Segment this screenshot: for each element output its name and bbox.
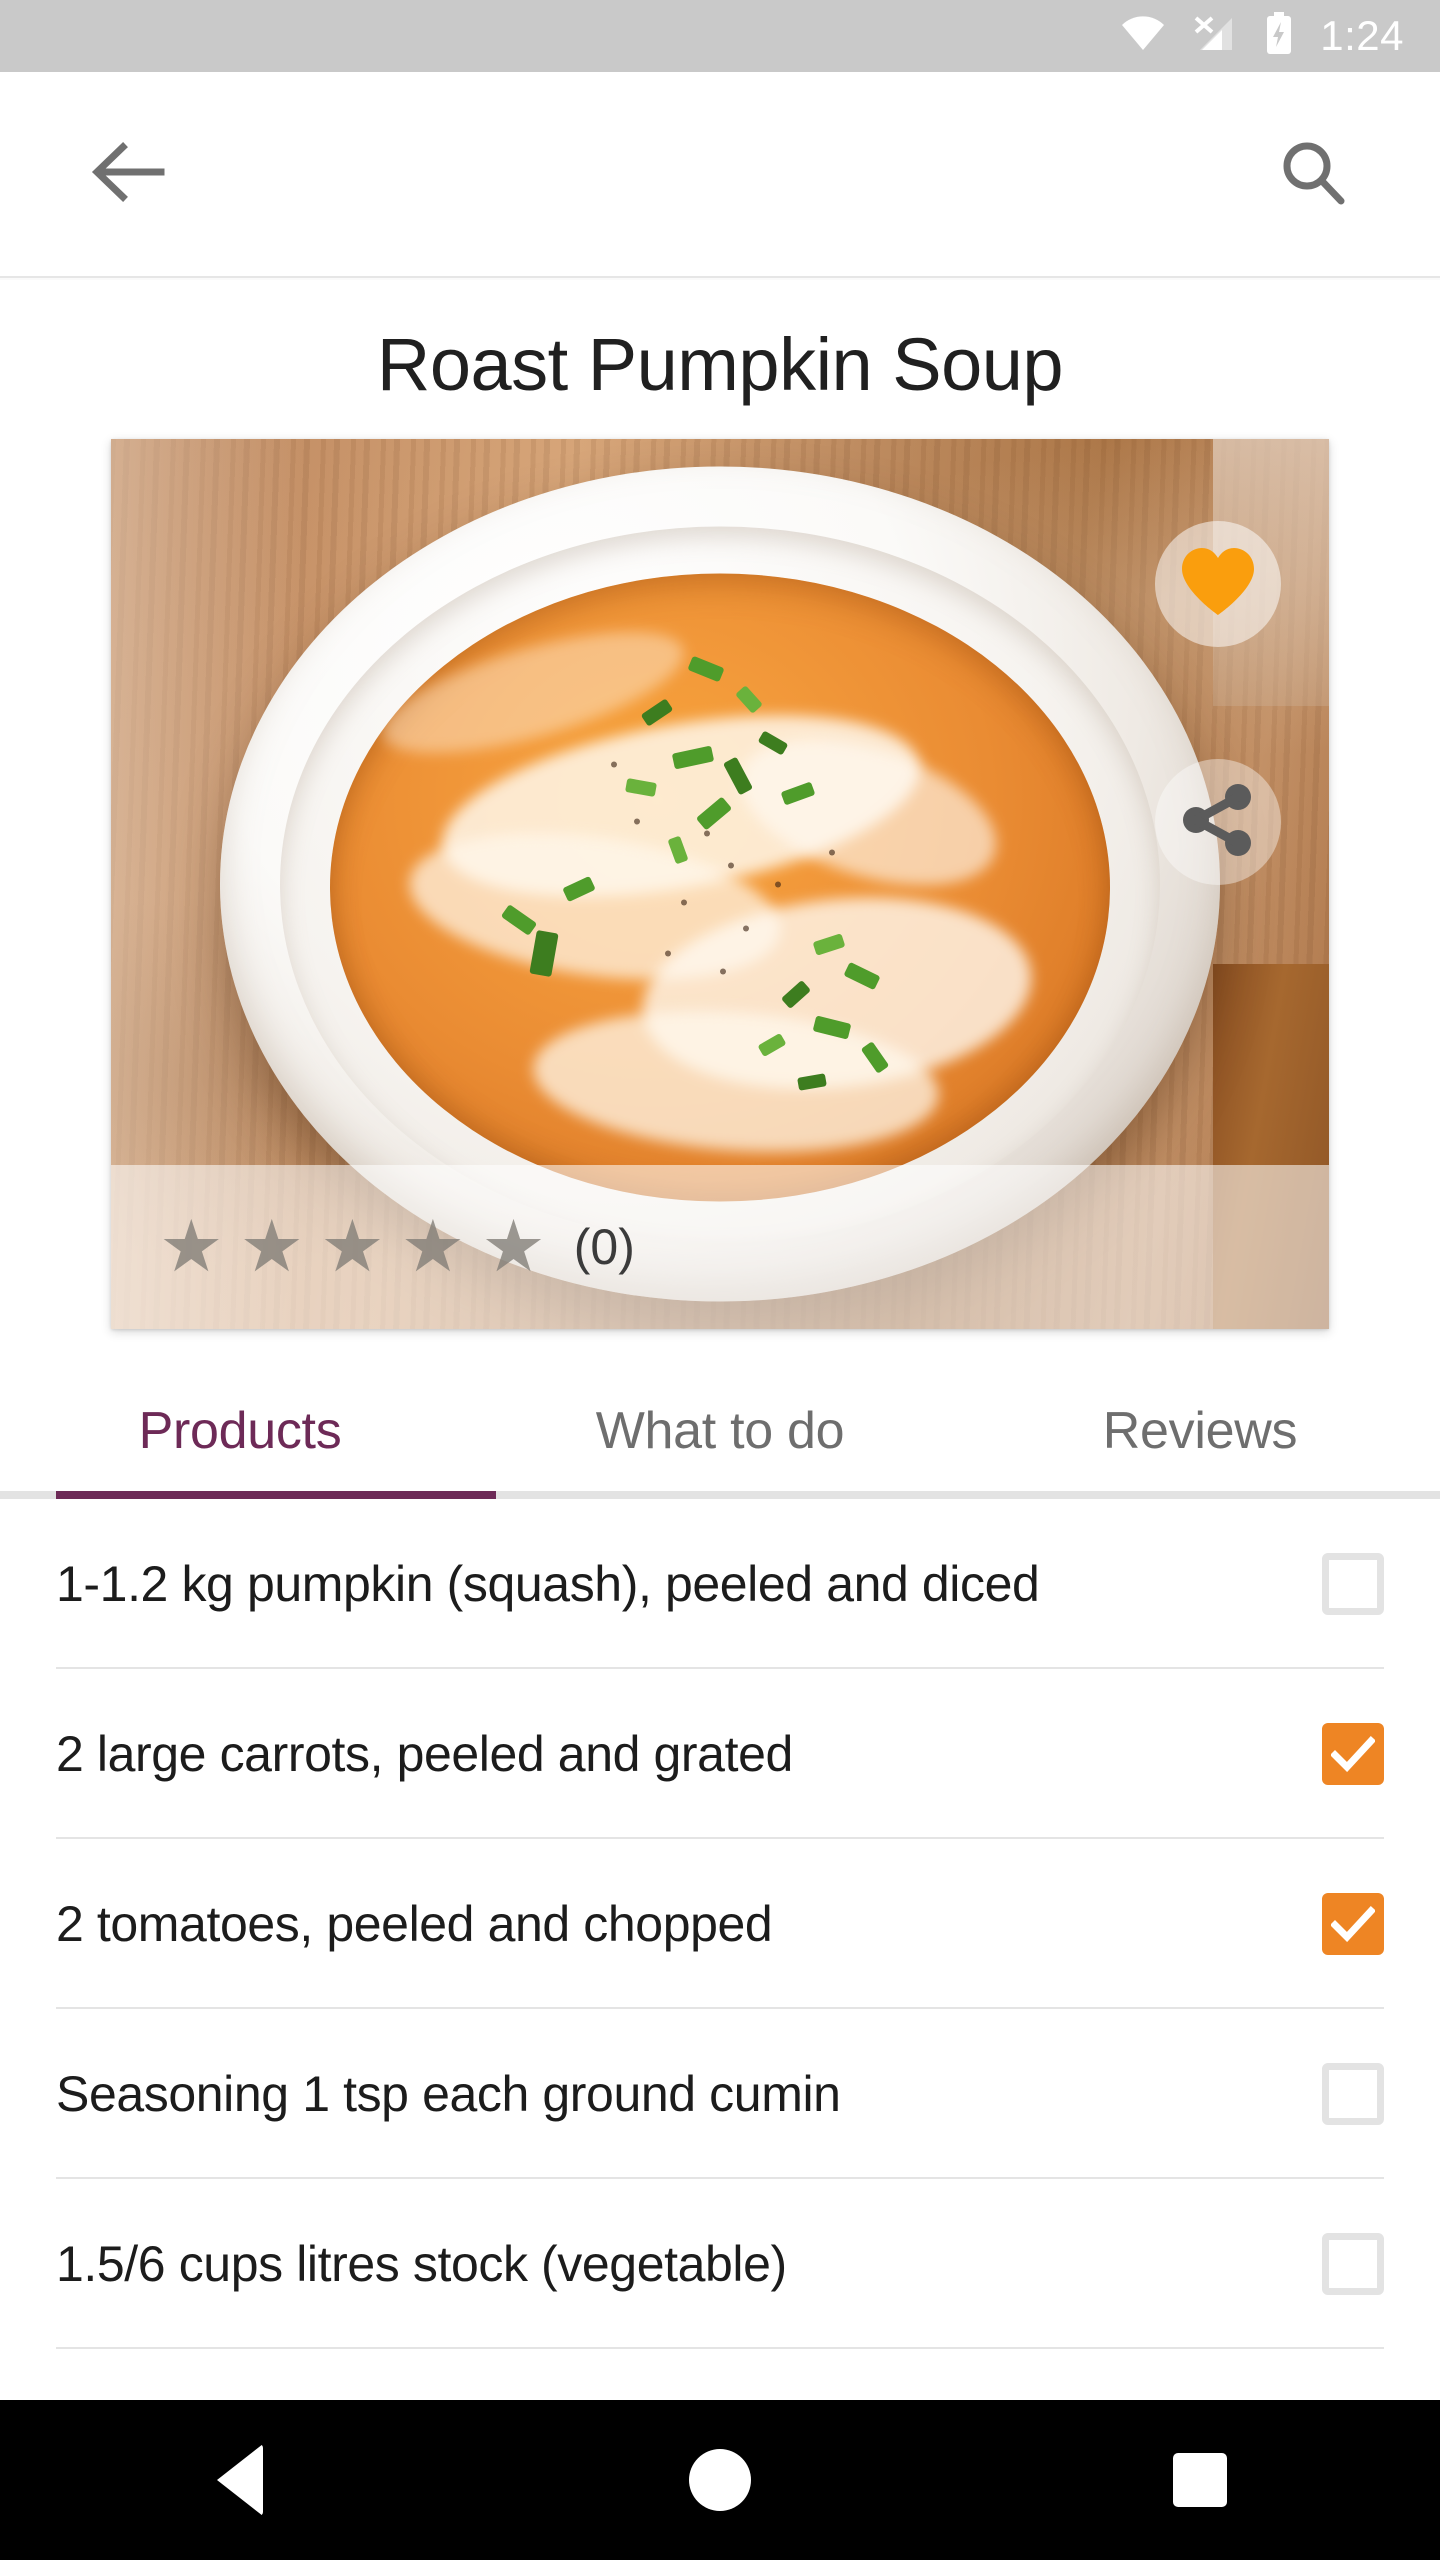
system-navigation-bar <box>0 2400 1440 2560</box>
tab-what-to-do[interactable]: What to do <box>480 1401 960 1461</box>
list-item[interactable]: 1-1.2 kg pumpkin (squash), peeled and di… <box>0 1499 1440 1669</box>
ingredient-label: Seasoning 1 tsp each ground cumin <box>56 2066 841 2122</box>
check-icon <box>1331 1736 1375 1772</box>
ingredient-checkbox[interactable] <box>1322 1723 1384 1785</box>
tab-bar: Products What to do Reviews <box>0 1363 1440 1499</box>
triangle-back-icon <box>217 2444 263 2516</box>
search-button[interactable] <box>1258 119 1368 229</box>
status-bar-clock: 1:24 <box>1320 12 1404 59</box>
ingredient-checkbox[interactable] <box>1322 1553 1384 1615</box>
rating-star[interactable]: ★ <box>481 1211 546 1283</box>
recipe-detail-content: Roast Pumpkin Soup ★ ★ ★ ★ ★ (0) Product… <box>0 280 1440 2400</box>
heart-icon <box>1178 545 1258 624</box>
rating-star[interactable]: ★ <box>320 1211 385 1283</box>
page-title: Roast Pumpkin Soup <box>376 323 1064 406</box>
app-toolbar <box>0 72 1440 278</box>
square-recents-icon <box>1173 2453 1227 2507</box>
check-icon <box>1331 1906 1375 1942</box>
list-item[interactable]: Seasoning 1 tsp each ground cumin <box>0 2009 1440 2179</box>
list-item[interactable]: 1.5/6 cups litres stock (vegetable) <box>0 2179 1440 2349</box>
recipe-photo-card: ★ ★ ★ ★ ★ (0) <box>111 439 1329 1329</box>
pumpkin-soup <box>330 573 1110 1202</box>
status-bar: 1:24 <box>0 0 1440 72</box>
list-item[interactable]: 2 large carrots, peeled and grated <box>0 1669 1440 1839</box>
search-icon <box>1278 137 1348 212</box>
rating-star[interactable]: ★ <box>401 1211 466 1283</box>
rating-bar[interactable]: ★ ★ ★ ★ ★ (0) <box>111 1165 1329 1329</box>
share-button[interactable] <box>1155 759 1281 885</box>
ingredient-checkbox[interactable] <box>1322 2233 1384 2295</box>
tab-products[interactable]: Products <box>0 1401 480 1461</box>
ingredient-label: 2 tomatoes, peeled and chopped <box>56 1896 773 1952</box>
nav-home-button[interactable] <box>620 2400 820 2560</box>
circle-home-icon <box>689 2449 751 2511</box>
rating-count: (0) <box>573 1219 635 1275</box>
back-arrow-icon <box>89 139 165 210</box>
cellular-off-icon <box>1192 14 1238 59</box>
rating-star[interactable]: ★ <box>240 1211 305 1283</box>
back-button[interactable] <box>72 119 182 229</box>
ingredient-checkbox[interactable] <box>1322 1893 1384 1955</box>
ingredient-label: 1.5/6 cups litres stock (vegetable) <box>56 2236 787 2292</box>
nav-recents-button[interactable] <box>1100 2400 1300 2560</box>
nav-back-button[interactable] <box>140 2400 340 2560</box>
ingredient-label: 2 large carrots, peeled and grated <box>56 1726 793 1782</box>
ingredient-label: 1-1.2 kg pumpkin (squash), peeled and di… <box>56 1556 1040 1612</box>
share-icon <box>1178 780 1258 865</box>
rating-star[interactable]: ★ <box>159 1211 224 1283</box>
tab-active-indicator <box>56 1491 496 1499</box>
favorite-button[interactable] <box>1155 521 1281 647</box>
wifi-icon <box>1120 15 1166 57</box>
ingredient-checkbox[interactable] <box>1322 2063 1384 2125</box>
battery-charging-icon <box>1264 11 1294 61</box>
app-screen: 1:24 Roast Pumpkin Soup ★ ★ ★ ★ ★ (0) Pr… <box>0 0 1440 2560</box>
rating-stars[interactable]: ★ ★ ★ ★ ★ <box>159 1211 546 1283</box>
ingredient-list: 1-1.2 kg pumpkin (squash), peeled and di… <box>0 1499 1440 2349</box>
list-item[interactable]: 2 tomatoes, peeled and chopped <box>0 1839 1440 2009</box>
tab-reviews[interactable]: Reviews <box>960 1401 1440 1461</box>
